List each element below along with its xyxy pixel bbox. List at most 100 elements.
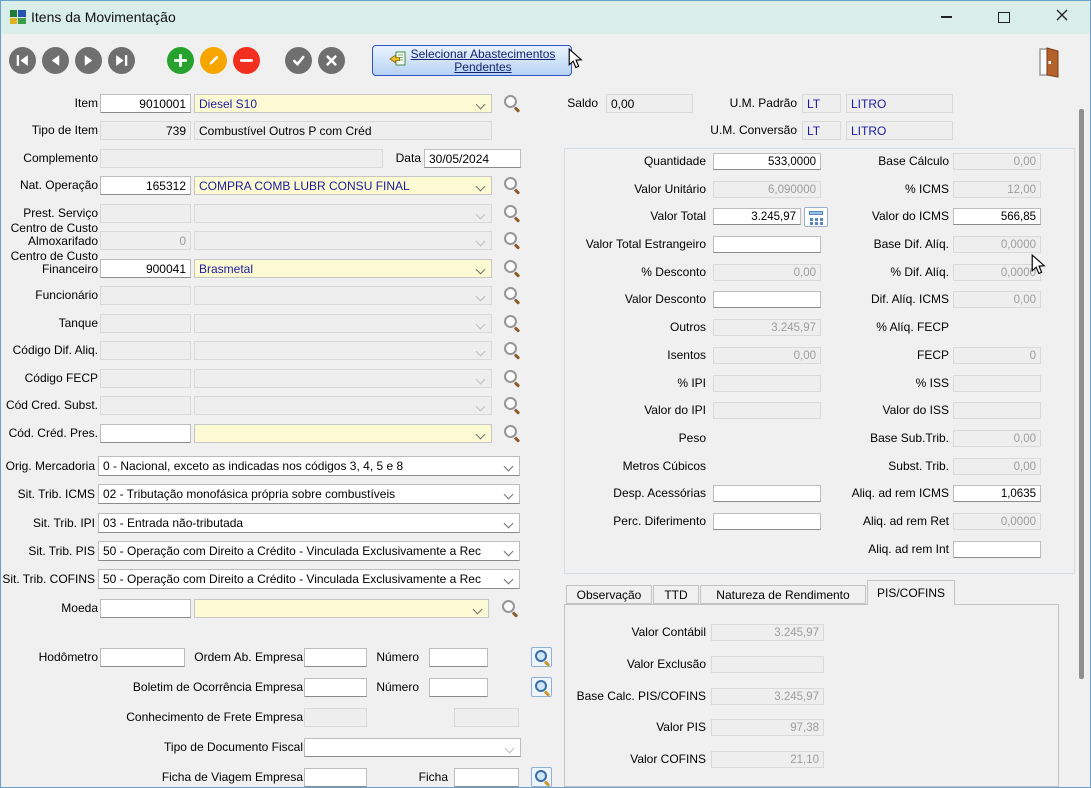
dropdown-icon[interactable] bbox=[476, 430, 486, 440]
select-pending-button[interactable]: Selecionar AbastecimentosPendentes bbox=[372, 45, 572, 76]
codigo-fecp-search-icon[interactable] bbox=[503, 369, 522, 388]
tab-ttd[interactable]: TTD bbox=[653, 585, 699, 604]
ficha-viagem-empresa-field[interactable] bbox=[304, 768, 367, 787]
valor-icms-field[interactable]: 566,85 bbox=[953, 208, 1041, 225]
cod-cred-pres-combo[interactable] bbox=[194, 424, 492, 443]
edit-button[interactable] bbox=[200, 47, 227, 74]
sit-trib-pis-select[interactable]: 50 - Operação com Direito a Crédito - Vi… bbox=[98, 541, 520, 561]
confirm-button[interactable] bbox=[285, 47, 312, 74]
cod-cred-subst-code-field bbox=[100, 396, 191, 415]
moeda-combo[interactable] bbox=[194, 599, 489, 618]
vertical-scrollbar[interactable] bbox=[1079, 109, 1084, 679]
nat-operacao-code-field[interactable]: 165312 bbox=[100, 176, 191, 195]
dropdown-icon[interactable] bbox=[504, 519, 514, 529]
codigo-dif-aliq-combo bbox=[194, 341, 492, 360]
moeda-code-field[interactable] bbox=[100, 599, 191, 618]
dropdown-icon[interactable] bbox=[473, 605, 483, 615]
data-field[interactable]: 30/05/2024 bbox=[424, 149, 521, 168]
calculator-icon[interactable] bbox=[804, 207, 828, 227]
moeda-search-icon[interactable] bbox=[501, 599, 520, 618]
pct-desconto-label: % Desconto bbox=[566, 266, 706, 279]
base-dif-aliq-label: Base Dif. Alíq. bbox=[836, 238, 949, 251]
exit-button[interactable] bbox=[1037, 46, 1061, 83]
cod-cred-pres-code-field[interactable] bbox=[100, 424, 191, 443]
funcionario-label: Funcionário bbox=[1, 289, 98, 302]
orig-mercadoria-select[interactable]: 0 - Nacional, exceto as indicadas nos có… bbox=[98, 456, 520, 476]
tipo-doc-fiscal-select[interactable] bbox=[304, 738, 521, 757]
nav-previous-button[interactable] bbox=[42, 47, 69, 74]
dropdown-icon[interactable] bbox=[505, 744, 515, 754]
tab-natureza-rendimento[interactable]: Natureza de Rendimento bbox=[700, 585, 866, 604]
prest-servico-search-icon[interactable] bbox=[503, 204, 522, 223]
nat-operacao-search-icon[interactable] bbox=[503, 176, 522, 195]
boletim-empresa-field[interactable] bbox=[304, 678, 367, 697]
codigo-dif-aliq-search-icon[interactable] bbox=[503, 341, 522, 360]
ficha-field[interactable] bbox=[454, 768, 519, 787]
boletim-numero-field[interactable] bbox=[429, 678, 488, 697]
maximize-button[interactable] bbox=[981, 1, 1027, 33]
boletim-label: Boletim de Ocorrência Empresa bbox=[101, 681, 303, 694]
desp-acessorias-field[interactable] bbox=[713, 485, 821, 502]
boletim-search-icon[interactable] bbox=[531, 677, 552, 697]
item-combo[interactable]: Diesel S10 bbox=[194, 94, 492, 113]
minimize-icon bbox=[941, 16, 952, 18]
dropdown-icon[interactable] bbox=[476, 182, 486, 192]
cod-cred-subst-combo bbox=[194, 396, 492, 415]
peso-label: Peso bbox=[566, 432, 706, 445]
item-code-field[interactable]: 9010001 bbox=[100, 94, 191, 113]
nav-first-button[interactable] bbox=[9, 47, 36, 74]
dropdown-icon[interactable] bbox=[504, 575, 514, 585]
add-button[interactable] bbox=[167, 47, 194, 74]
nav-last-button[interactable] bbox=[108, 47, 135, 74]
tanque-search-icon[interactable] bbox=[503, 314, 522, 333]
dropdown-icon[interactable] bbox=[504, 462, 514, 472]
item-search-icon[interactable] bbox=[503, 94, 522, 113]
close-button[interactable] bbox=[1039, 1, 1085, 33]
dropdown-icon[interactable] bbox=[504, 490, 514, 500]
cursor-icon bbox=[1031, 254, 1046, 281]
nat-operacao-combo[interactable]: COMPRA COMB LUBR CONSU FINAL bbox=[194, 176, 492, 195]
ordem-ab-empresa-field[interactable] bbox=[304, 648, 367, 667]
subst-trib-field: 0,00 bbox=[953, 458, 1041, 475]
minimize-button[interactable] bbox=[923, 1, 969, 33]
cc-financeiro-search-icon[interactable] bbox=[503, 259, 522, 278]
funcionario-combo bbox=[194, 286, 492, 305]
quantidade-field[interactable]: 533,0000 bbox=[713, 153, 821, 170]
dropdown-icon[interactable] bbox=[476, 100, 486, 110]
cod-cred-subst-search-icon[interactable] bbox=[503, 396, 522, 415]
tab-pis-cofins[interactable]: PIS/COFINS bbox=[867, 580, 955, 605]
ordem-ab-search-icon[interactable] bbox=[531, 647, 552, 667]
tanque-label: Tanque bbox=[1, 317, 98, 330]
sit-trib-cofins-label: Sit. Trib. COFINS bbox=[1, 573, 95, 586]
sit-trib-cofins-select[interactable]: 50 - Operação com Direito a Crédito - Vi… bbox=[98, 569, 520, 589]
nav-next-button[interactable] bbox=[75, 47, 102, 74]
valor-total-estrangeiro-field[interactable] bbox=[713, 236, 821, 253]
valor-icms-label: Valor do ICMS bbox=[836, 210, 949, 223]
sit-trib-icms-select[interactable]: 02 - Tributação monofásica própria sobre… bbox=[98, 484, 520, 504]
aliq-ad-rem-ret-field: 0,0000 bbox=[953, 513, 1041, 530]
funcionario-search-icon[interactable] bbox=[503, 286, 522, 305]
codigo-dif-aliq-label: Código Dif. Aliq. bbox=[1, 344, 98, 357]
valor-pis-label: Valor PIS bbox=[566, 721, 706, 734]
ficha-search-icon[interactable] bbox=[531, 767, 552, 787]
cod-cred-pres-search-icon[interactable] bbox=[503, 424, 522, 443]
perc-diferimento-field[interactable] bbox=[713, 513, 821, 530]
aliq-ad-rem-int-field[interactable] bbox=[953, 541, 1041, 558]
valor-desconto-field[interactable] bbox=[713, 291, 821, 308]
nat-operacao-label: Nat. Operação bbox=[1, 179, 98, 192]
ordem-ab-numero-field[interactable] bbox=[429, 648, 488, 667]
outros-field: 3.245,97 bbox=[713, 319, 821, 336]
cancel-button[interactable] bbox=[318, 47, 345, 74]
tab-observacao[interactable]: Observação bbox=[566, 585, 652, 604]
aliq-ad-rem-icms-field[interactable]: 1,0635 bbox=[953, 485, 1041, 502]
prest-servico-code-field bbox=[100, 204, 191, 223]
cc-almoxarifado-search-icon[interactable] bbox=[503, 231, 522, 250]
dropdown-icon[interactable] bbox=[504, 547, 514, 557]
cc-financeiro-code-field[interactable]: 900041 bbox=[100, 259, 191, 278]
pct-icms-field: 12,00 bbox=[953, 181, 1041, 198]
valor-total-field[interactable]: 3.245,97 bbox=[713, 208, 801, 225]
sit-trib-ipi-select[interactable]: 03 - Entrada não-tributada bbox=[98, 513, 520, 533]
dropdown-icon[interactable] bbox=[476, 265, 486, 275]
delete-button[interactable] bbox=[233, 47, 260, 74]
cc-financeiro-combo[interactable]: Brasmetal bbox=[194, 259, 492, 278]
